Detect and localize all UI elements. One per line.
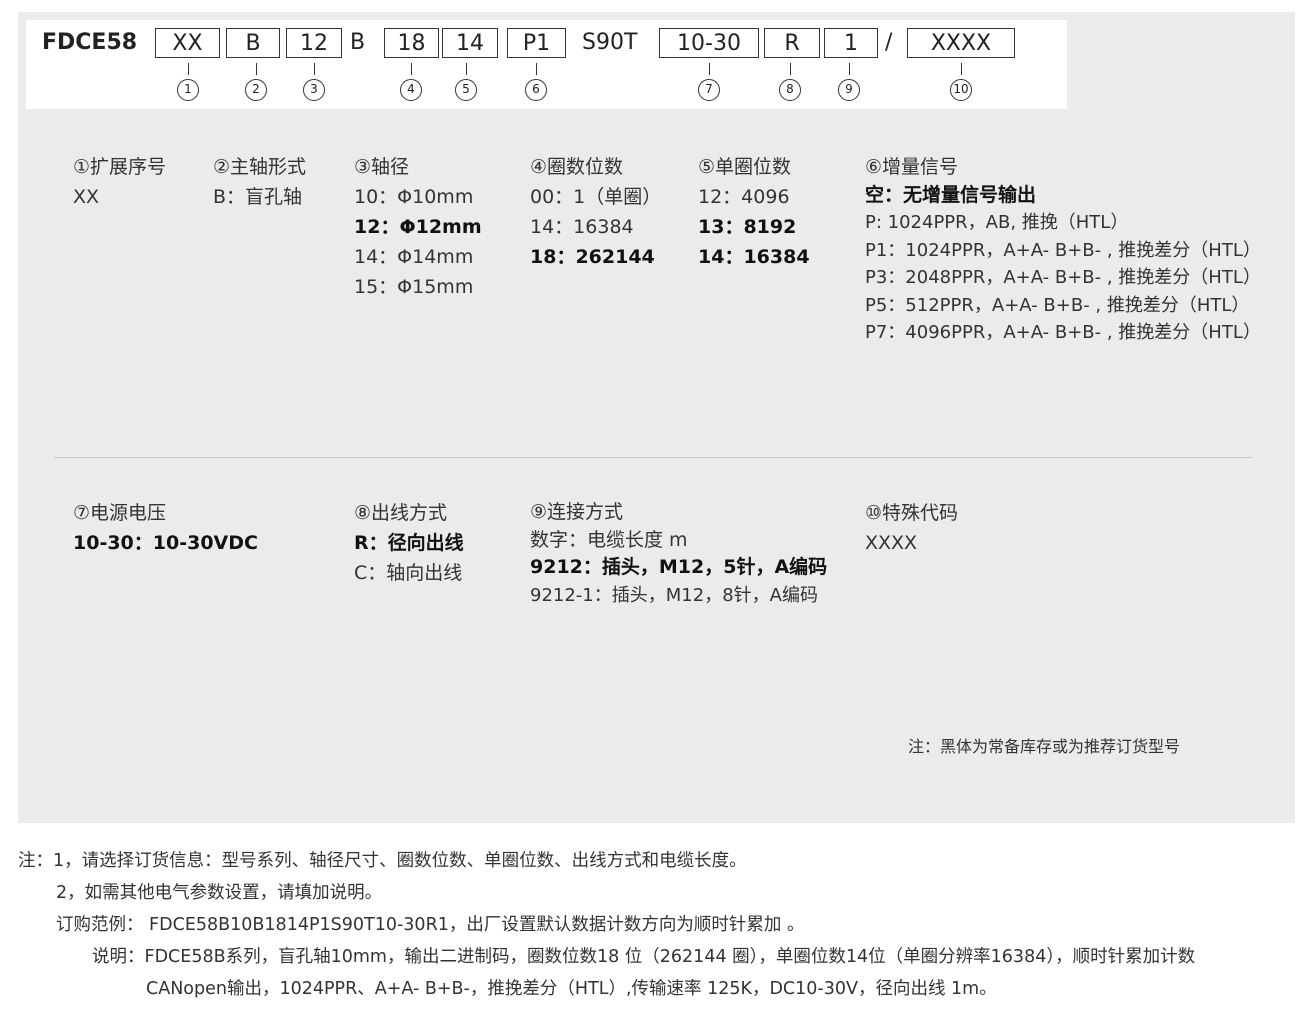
note-line-1: 注：1，请选择订货信息：型号系列、轴径尺寸、圈数位数、单圈位数、出线方式和电缆长… [18, 851, 747, 871]
code-num-4: 4 [400, 79, 422, 101]
option-line: B：盲孔轴 [213, 186, 303, 208]
section-title: ⑦电源电压 [73, 502, 167, 524]
code-tick-5 [466, 63, 467, 75]
option-line: 13：8192 [698, 216, 797, 238]
code-field-10: XXXX [907, 28, 1015, 58]
code-slash: / [885, 30, 893, 55]
option-line: 12：4096 [698, 186, 790, 208]
code-num-5: 5 [455, 79, 477, 101]
option-line: 数字：电缆长度 m [530, 528, 688, 551]
section-title: ③轴径 [354, 156, 410, 178]
section-title: ⑥增量信号 [865, 156, 959, 178]
option-line: 14：16384 [530, 216, 634, 238]
code-fixed-s90t: S90T [582, 30, 638, 55]
code-tick-3 [314, 63, 315, 75]
option-line: 15：Φ15mm [354, 276, 474, 298]
section-connection-type: ⑨连接方式 数字：电缆长度 m 9212：插头，M12，5针，A编码 9212-… [530, 499, 827, 609]
code-fixed-b: B [350, 30, 366, 55]
footer-notes: 注：1，请选择订货信息：型号系列、轴径尺寸、圈数位数、单圈位数、出线方式和电缆长… [18, 845, 1195, 1005]
order-example-explanation-cont: CANopen输出，1024PPR、A+A- B+B-，推挽差分（HTL）,传输… [146, 979, 997, 999]
section-shaft-type: ②主轴形式 B：盲孔轴 [213, 152, 306, 212]
option-line: C：轴向出线 [354, 562, 463, 584]
option-line: R：径向出线 [354, 532, 464, 554]
section-expansion-number: ①扩展序号 XX [73, 152, 166, 212]
section-title: ⑧出线方式 [354, 502, 448, 524]
code-field-9: 1 [824, 28, 878, 58]
code-num-2: 2 [245, 79, 267, 101]
option-line: XX [73, 186, 100, 208]
option-line: 9212：插头，M12，5针，A编码 [530, 556, 828, 578]
code-tick-8 [790, 63, 791, 75]
section-turns-bits: ④圈数位数 00：1（单圈） 14：16384 18：262144 [530, 152, 661, 272]
code-field-8: R [764, 28, 820, 58]
code-field-3: 12 [286, 28, 342, 58]
option-line: P1：1024PPR，A+A- B+B- , 推挽差分（HTL） [865, 239, 1261, 261]
section-cable-exit: ⑧出线方式 R：径向出线 C：轴向出线 [354, 498, 464, 588]
option-line: 00：1（单圈） [530, 186, 662, 208]
section-special-code: ⑩特殊代码 XXXX [865, 498, 958, 558]
option-line: 12：Φ12mm [354, 216, 482, 238]
order-example: 订购范例： FDCE58B10B1814P1S90T10-30R1，出厂设置默认… [56, 915, 805, 935]
code-field-7: 10-30 [659, 28, 759, 58]
selection-panel [18, 12, 1295, 823]
model-prefix: FDCE58 [42, 30, 138, 55]
option-line: 18：262144 [530, 246, 655, 268]
section-divider [54, 457, 1252, 458]
order-example-explanation: 说明：FDCE58B系列，盲孔轴10mm，输出二进制码，圈数位数18 位（262… [92, 947, 1196, 967]
section-shaft-diameter: ③轴径 10：Φ10mm 12：Φ12mm 14：Φ14mm 15：Φ15mm [354, 152, 482, 302]
section-title: ⑨连接方式 [530, 501, 624, 523]
code-num-9: 9 [838, 79, 860, 101]
code-field-1: XX [155, 28, 220, 58]
code-tick-2 [256, 63, 257, 75]
option-line: 9212-1：插头，M12，8针，A编码 [530, 584, 818, 606]
option-line: 14：Φ14mm [354, 246, 474, 268]
code-num-1: 1 [177, 79, 199, 101]
code-field-6: P1 [507, 28, 566, 58]
code-tick-7 [709, 63, 710, 75]
option-line: P7：4096PPR，A+A- B+B- , 推挽差分（HTL） [865, 322, 1261, 343]
panel-note: 注：黑体为常备库存或为推荐订货型号 [908, 737, 1181, 756]
option-line: 14：16384 [698, 246, 810, 268]
option-line: XXXX [865, 532, 918, 554]
option-line: 10-30：10-30VDC [73, 532, 258, 554]
section-title: ④圈数位数 [530, 156, 624, 178]
note-line-2: 2，如需其他电气参数设置，请填加说明。 [56, 883, 383, 903]
code-tick-10 [961, 63, 962, 75]
option-line: 空：无增量信号输出 [865, 183, 1037, 206]
code-num-10: 10 [950, 79, 972, 101]
option-line: P: 1024PPR，AB, 推挽（HTL） [865, 212, 1129, 233]
section-title: ⑤单圈位数 [698, 156, 792, 178]
code-tick-4 [411, 63, 412, 75]
option-line: P5：512PPR，A+A- B+B- , 推挽差分（HTL） [865, 294, 1250, 316]
code-tick-1 [188, 63, 189, 75]
section-incremental-signal: ⑥增量信号 空：无增量信号输出 P: 1024PPR，AB, 推挽（HTL） P… [865, 154, 1261, 347]
code-tick-9 [849, 63, 850, 75]
code-num-7: 7 [698, 79, 720, 101]
option-line: 10：Φ10mm [354, 186, 474, 208]
code-field-4: 18 [384, 28, 439, 58]
code-field-2: B [226, 28, 280, 58]
section-singleturn-bits: ⑤单圈位数 12：4096 13：8192 14：16384 [698, 152, 810, 272]
section-title: ②主轴形式 [213, 156, 307, 178]
option-line: P3：2048PPR，A+A- B+B- , 推挽差分（HTL） [865, 267, 1261, 288]
code-num-8: 8 [779, 79, 801, 101]
code-num-6: 6 [525, 79, 547, 101]
section-title: ①扩展序号 [73, 156, 167, 178]
section-title: ⑩特殊代码 [865, 502, 959, 524]
code-tick-6 [536, 63, 537, 75]
code-num-3: 3 [303, 79, 325, 101]
section-supply-voltage: ⑦电源电压 10-30：10-30VDC [73, 498, 258, 558]
code-field-5: 14 [442, 28, 498, 58]
